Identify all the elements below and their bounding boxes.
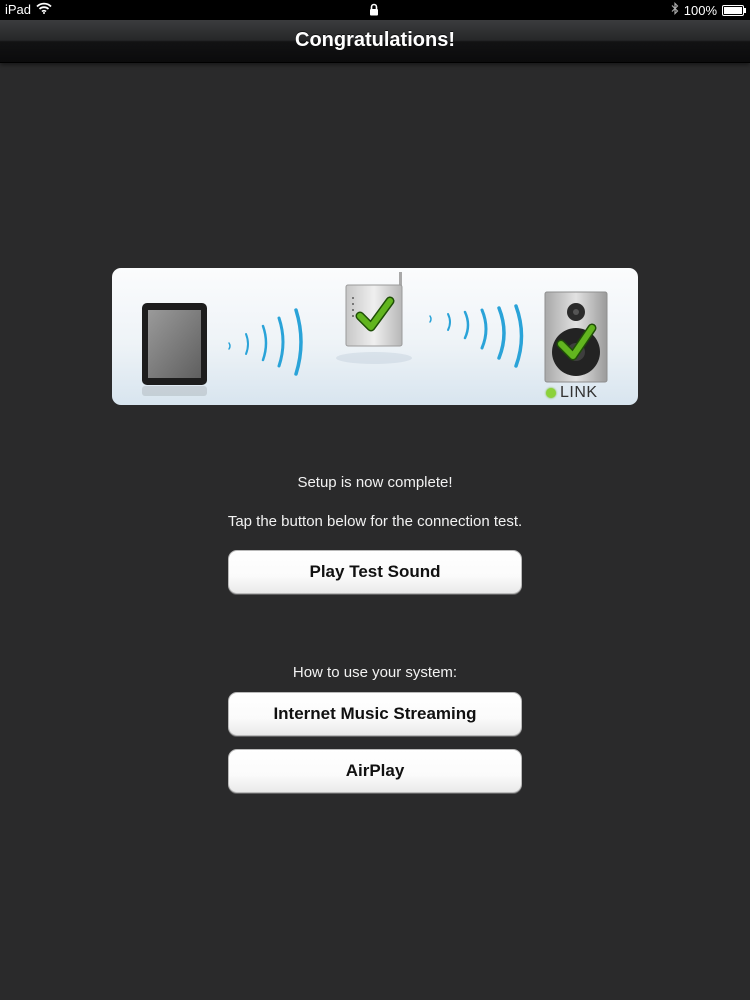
lock-icon <box>369 3 379 19</box>
speaker-icon <box>544 291 608 383</box>
bluetooth-icon <box>671 2 679 18</box>
connection-diagram: LINK <box>112 268 638 405</box>
how-to-use-text: How to use your system: <box>292 664 458 681</box>
device-name: iPad <box>5 2 32 17</box>
tap-instruction-text: Tap the button below for the connection … <box>227 513 523 530</box>
wireless-signal-left <box>228 308 303 376</box>
wifi-icon <box>36 2 52 17</box>
airplay-button[interactable]: AirPlay <box>228 749 522 793</box>
internet-music-streaming-button[interactable]: Internet Music Streaming <box>228 692 522 736</box>
play-test-sound-button[interactable]: Play Test Sound <box>228 550 522 594</box>
link-status-dot <box>546 388 556 398</box>
battery-percent: 100% <box>683 2 717 18</box>
status-left: iPad <box>5 2 52 17</box>
link-label: LINK <box>560 384 598 401</box>
wireless-signal-right <box>429 304 524 368</box>
link-indicator: LINK <box>546 384 598 402</box>
status-right: 100% <box>671 2 746 18</box>
ipad-icon <box>142 303 207 396</box>
navigation-bar: Congratulations! <box>0 20 750 63</box>
status-bar: iPad 100% <box>0 0 750 20</box>
setup-complete-text: Setup is now complete! <box>297 474 453 491</box>
battery-icon <box>722 4 746 16</box>
page-title: Congratulations! <box>295 29 455 51</box>
